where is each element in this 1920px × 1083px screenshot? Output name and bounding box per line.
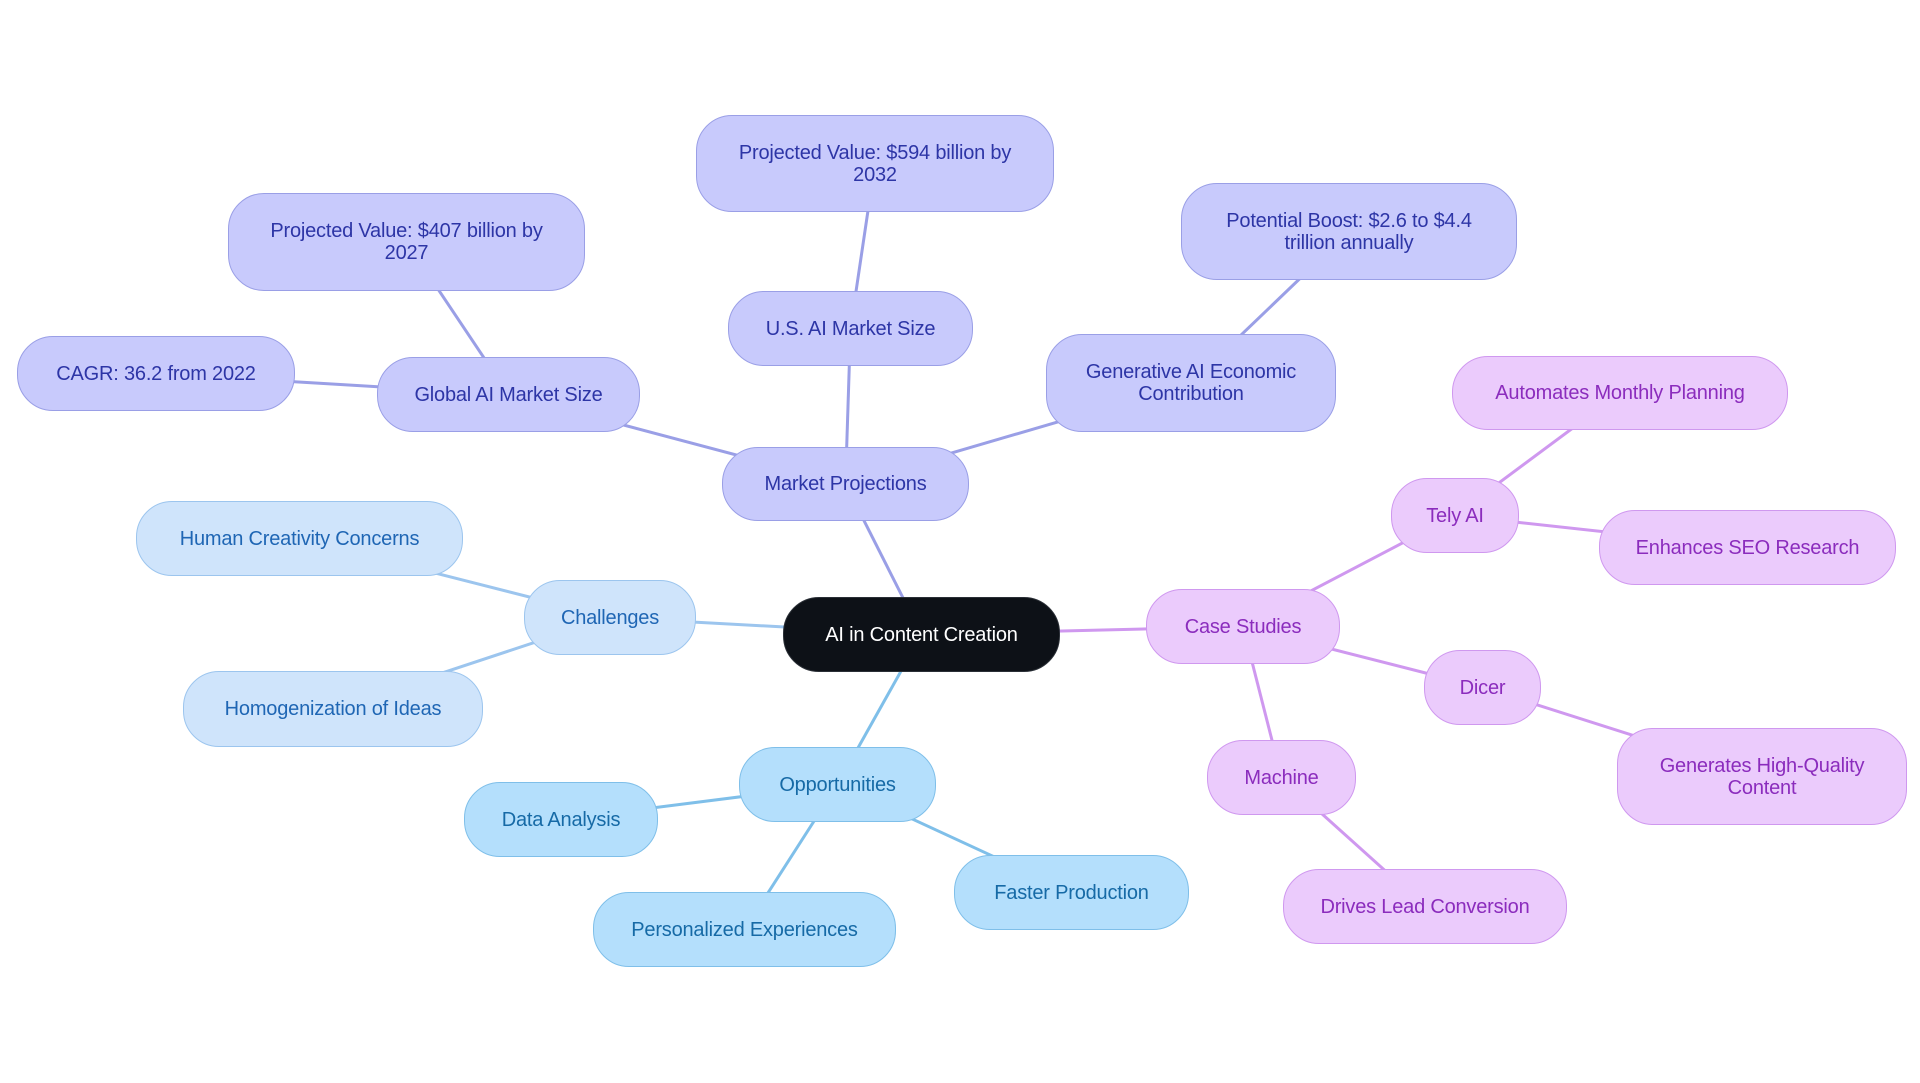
node-label: Market Projections [764, 473, 927, 495]
node-label: Opportunities [779, 773, 896, 796]
us-ai-market-size-node[interactable]: U.S. AI Market Size [728, 291, 973, 366]
root-node[interactable]: AI in Content Creation [783, 597, 1060, 672]
node-label: Personalized Experiences [631, 918, 858, 941]
challenges-node[interactable]: Challenges [524, 580, 696, 655]
projected-value-407-node[interactable]: Projected Value: $407 billion by 2027 [228, 193, 585, 291]
node-label: Automates Monthly Planning [1495, 382, 1745, 404]
node-label: Drives Lead Conversion [1320, 895, 1530, 918]
opportunities-node[interactable]: Opportunities [739, 747, 936, 822]
personalized-experiences-node[interactable]: Personalized Experiences [593, 892, 896, 967]
node-label: Machine [1244, 766, 1319, 789]
case-studies-node[interactable]: Case Studies [1146, 589, 1340, 664]
node-label: Projected Value: $594 billion by 2032 [738, 141, 1012, 186]
machine-node[interactable]: Machine [1207, 740, 1356, 815]
node-label: Faster Production [994, 881, 1149, 904]
node-label: Tely AI [1426, 504, 1484, 527]
human-creativity-concerns-node[interactable]: Human Creativity Concerns [136, 501, 463, 576]
global-ai-market-size-node[interactable]: Global AI Market Size [377, 357, 640, 432]
node-label: Generates High-Quality Content [1659, 754, 1865, 799]
generative-ai-contribution-node[interactable]: Generative AI Economic Contribution [1046, 334, 1336, 432]
node-label: Case Studies [1184, 615, 1302, 638]
root-node-label: AI in Content Creation [825, 623, 1018, 646]
generates-high-quality-content-node[interactable]: Generates High-Quality Content [1617, 728, 1907, 825]
node-label: Potential Boost: $2.6 to $4.4 trillion a… [1226, 209, 1472, 254]
enhances-seo-research-node[interactable]: Enhances SEO Research [1599, 510, 1896, 585]
node-label: Data Analysis [501, 808, 621, 831]
node-label: Projected Value: $407 billion by 2027 [270, 220, 543, 264]
tely-ai-node[interactable]: Tely AI [1391, 478, 1519, 553]
faster-production-node[interactable]: Faster Production [954, 855, 1189, 930]
node-label: CAGR: 36.2 from 2022 [56, 362, 256, 385]
drives-lead-conversion-node[interactable]: Drives Lead Conversion [1283, 869, 1567, 944]
market-projections-node[interactable]: Market Projections [722, 447, 969, 521]
node-label: U.S. AI Market Size [765, 317, 936, 340]
node-label: Generative AI Economic Contribution [1085, 361, 1297, 405]
node-label: Enhances SEO Research [1635, 536, 1860, 559]
homogenization-of-ideas-node[interactable]: Homogenization of Ideas [183, 671, 483, 747]
data-analysis-node[interactable]: Data Analysis [464, 782, 658, 857]
cagr-node[interactable]: CAGR: 36.2 from 2022 [17, 336, 295, 411]
dicer-node[interactable]: Dicer [1424, 650, 1541, 725]
node-label: Global AI Market Size [414, 383, 603, 406]
automates-monthly-planning-node[interactable]: Automates Monthly Planning [1452, 356, 1788, 430]
node-label: Dicer [1459, 676, 1506, 699]
node-label: Challenges [560, 606, 660, 629]
node-label: Homogenization of Ideas [224, 698, 442, 720]
potential-boost-node[interactable]: Potential Boost: $2.6 to $4.4 trillion a… [1181, 183, 1517, 280]
projected-value-594-node[interactable]: Projected Value: $594 billion by 2032 [696, 115, 1054, 212]
node-label: Human Creativity Concerns [179, 527, 420, 550]
